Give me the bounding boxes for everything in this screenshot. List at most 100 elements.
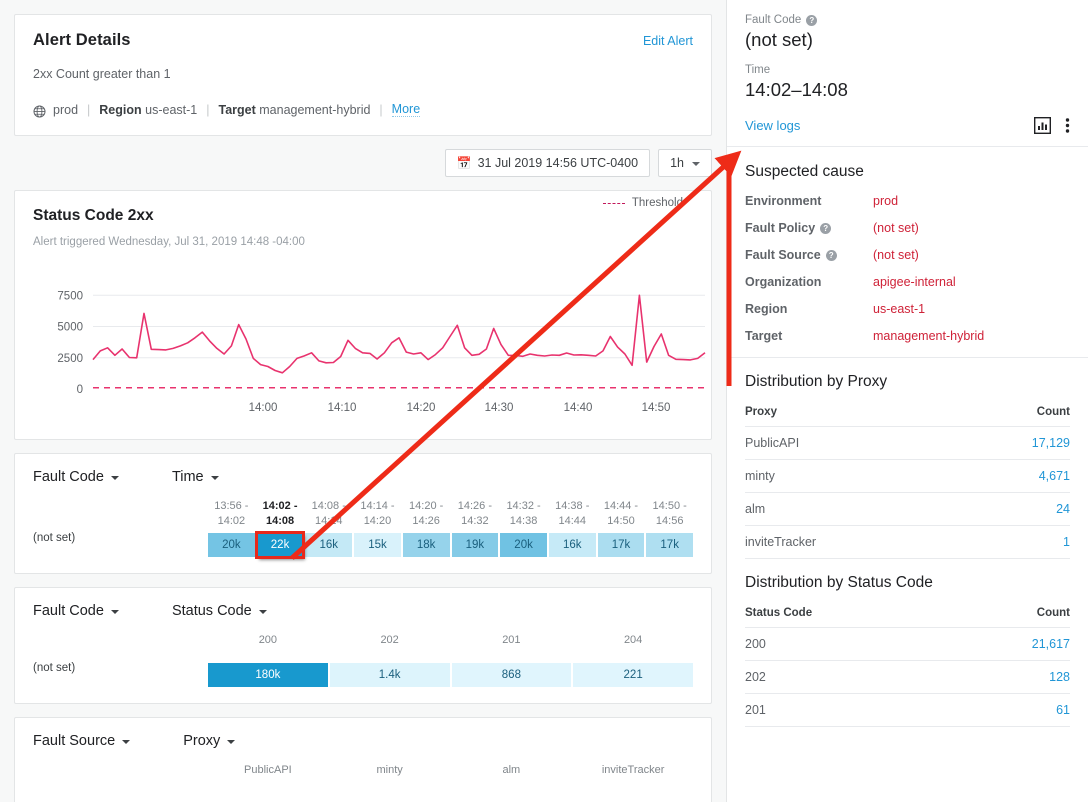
dimension-select-time[interactable]: Time [172, 469, 219, 485]
heatmap-proxy-grid: PublicAPImintyalminviteTracker [33, 763, 693, 793]
chart-title: Status Code 2xx [33, 207, 693, 225]
heatmap-column-header: minty [330, 763, 450, 793]
svg-text:14:00: 14:00 [249, 402, 278, 414]
heatmap-column: inviteTracker [573, 763, 693, 793]
heatmap-column-header: 14:08 - 14:14 [305, 499, 352, 533]
panel-actions: View logs [745, 117, 1070, 134]
table-header-row: Status Code Count [745, 598, 1070, 628]
row-count[interactable]: 4,671 [956, 460, 1070, 493]
row-name: PublicAPI [745, 427, 956, 460]
heatmap-row-label: (not set) [33, 633, 208, 687]
heatmap-cell[interactable]: 17k [646, 533, 693, 557]
help-icon[interactable]: ? [820, 223, 831, 234]
details-side-panel: Fault Code ? (not set) Time 14:02–14:08 … [726, 0, 1088, 802]
heatmap-columns: 13:56 - 14:0220k14:02 - 14:0822k14:08 - … [208, 499, 693, 557]
svg-text:14:50: 14:50 [642, 402, 671, 414]
heatmap-cell[interactable]: 1.4k [330, 663, 450, 687]
suspected-cause-key: Fault Policy? [745, 221, 873, 235]
heatmap-cell[interactable]: 15k [354, 533, 401, 557]
row-count[interactable]: 24 [956, 493, 1070, 526]
suspected-cause-value: apigee-internal [873, 275, 956, 289]
table-row: alm24 [745, 493, 1070, 526]
more-link[interactable]: More [392, 102, 420, 117]
fault-code-label-row: Fault Code ? [745, 14, 1070, 26]
panel-icon-buttons [1034, 117, 1070, 134]
view-logs-link[interactable]: View logs [745, 118, 800, 133]
dimension-select-fault-source[interactable]: Fault Source [33, 733, 130, 749]
heatmap-column-header: 14:38 - 14:44 [549, 499, 596, 533]
suspected-cause-value: management-hybrid [873, 329, 984, 343]
heatmap-cell[interactable]: 17k [598, 533, 645, 557]
heatmap-cell[interactable]: 20k [500, 533, 547, 557]
dimension-select-fault-code[interactable]: Fault Code [33, 469, 119, 485]
target-label: Target [218, 103, 255, 117]
heatmap-column: 14:38 - 14:4416k [549, 499, 596, 557]
heatmap-proxy-headers: Fault Source Proxy [33, 733, 693, 749]
edit-alert-link[interactable]: Edit Alert [643, 34, 693, 48]
dimension-select-status-code[interactable]: Status Code [172, 603, 267, 619]
heatmap-row-label-empty [33, 763, 208, 793]
dimension-select-proxy[interactable]: Proxy [183, 733, 235, 749]
table-row: inviteTracker1 [745, 526, 1070, 559]
bar-chart-icon[interactable] [1034, 117, 1051, 134]
heatmap-cell[interactable]: 16k [549, 533, 596, 557]
heatmap-column: 14:44 - 14:5017k [598, 499, 645, 557]
suspected-cause-row: Fault Source?(not set) [745, 248, 1070, 262]
heatmap-column-header: 201 [452, 633, 572, 663]
svg-text:0: 0 [77, 384, 83, 396]
distribution-proxy-title: Distribution by Proxy [745, 373, 1070, 391]
heatmap-column-header: 14:44 - 14:50 [598, 499, 645, 533]
dimension-select-fault-code-2[interactable]: Fault Code [33, 603, 119, 619]
key-label: Organization [745, 275, 821, 289]
row-count[interactable]: 1 [956, 526, 1070, 559]
row-name: inviteTracker [745, 526, 956, 559]
meta-separator-3: | [379, 103, 382, 117]
svg-text:2500: 2500 [57, 353, 83, 365]
table-row: 20161 [745, 694, 1070, 727]
heatmap-column: 14:08 - 14:1416k [305, 499, 352, 557]
heatmap-column: 14:50 - 14:5617k [646, 499, 693, 557]
row-count[interactable]: 61 [952, 694, 1070, 727]
heatmap-fault-code-status: Fault Code Status Code (not set) 200180k… [14, 587, 712, 704]
col-header-proxy: Proxy [745, 397, 956, 427]
chevron-down-icon [111, 476, 119, 480]
suspected-cause-card: Suspected cause EnvironmentprodFault Pol… [727, 147, 1088, 358]
row-name: minty [745, 460, 956, 493]
heatmap-cell[interactable]: 16k [305, 533, 352, 557]
heatmap-column-header: PublicAPI [208, 763, 328, 793]
environment-value: prod [53, 103, 78, 117]
heatmap-column: minty [330, 763, 450, 793]
heatmap-cell[interactable]: 18k [403, 533, 450, 557]
distribution-status-title: Distribution by Status Code [745, 574, 1070, 592]
duration-select[interactable]: 1h [658, 149, 712, 177]
heatmap-cell[interactable]: 221 [573, 663, 693, 687]
heatmap-status-headers: Fault Code Status Code [33, 603, 693, 619]
table-row: minty4,671 [745, 460, 1070, 493]
status-code-table: Status Code Count 20021,61720212820161 [745, 598, 1070, 727]
date-range-picker[interactable]: 📅 31 Jul 2019 14:56 UTC-0400 [445, 149, 650, 177]
heatmap-cell[interactable]: 19k [452, 533, 499, 557]
heatmap-cell[interactable]: 20k [208, 533, 255, 557]
suspected-cause-row: Regionus-east-1 [745, 302, 1070, 316]
chevron-down-icon [211, 476, 219, 480]
chevron-down-icon [111, 610, 119, 614]
heatmap-cell[interactable]: 22k [257, 533, 304, 557]
time-value: 14:02–14:08 [745, 79, 1070, 101]
chevron-down-icon [259, 610, 267, 614]
target-value: management-hybrid [259, 103, 370, 117]
key-label: Fault Source [745, 248, 821, 262]
heatmap-columns: PublicAPImintyalminviteTracker [208, 763, 693, 793]
help-icon[interactable]: ? [806, 15, 817, 26]
kebab-menu-icon[interactable] [1065, 117, 1070, 134]
key-label: Region [745, 302, 787, 316]
help-icon[interactable]: ? [826, 250, 837, 261]
row-count[interactable]: 128 [952, 661, 1070, 694]
row-count[interactable]: 17,129 [956, 427, 1070, 460]
row-name: 201 [745, 694, 952, 727]
selection-summary: Fault Code ? (not set) Time 14:02–14:08 … [727, 0, 1088, 147]
row-count[interactable]: 21,617 [952, 628, 1070, 661]
heatmap-cell[interactable]: 180k [208, 663, 328, 687]
heatmap-cell[interactable]: 868 [452, 663, 572, 687]
chevron-down-icon [692, 162, 700, 166]
col-header-count: Count [952, 598, 1070, 628]
